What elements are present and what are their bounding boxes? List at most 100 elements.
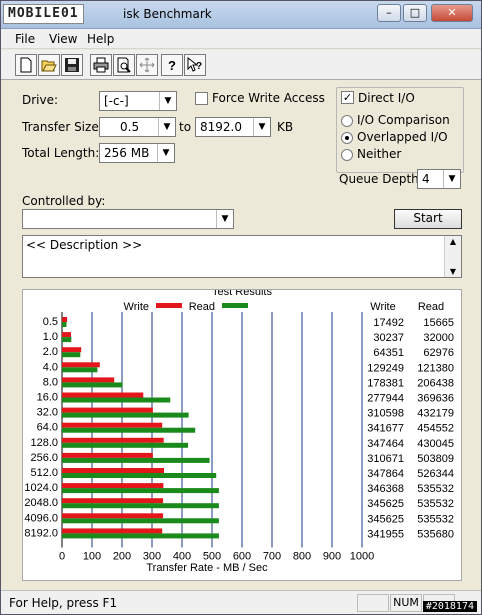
test-results-chart: Test Results Write Read 0.5 1.0 2.0 4.0 8.0 16… <box>24 286 454 574</box>
save-button[interactable] <box>61 54 83 76</box>
write-value: 310671 <box>367 453 404 465</box>
status-help-text: For Help, press F1 <box>9 596 118 610</box>
maximize-button[interactable]: □ <box>403 4 427 22</box>
x-tick-label: 700 <box>263 551 281 563</box>
close-button[interactable]: ✕ <box>431 4 473 22</box>
total-length-select[interactable]: 256 MB ▼ <box>99 143 175 163</box>
open-button[interactable] <box>38 54 60 76</box>
x-tick-label: 500 <box>203 551 221 563</box>
total-length-value: 256 MB <box>104 146 150 160</box>
x-tick-label: 300 <box>143 551 161 563</box>
force-write-label: Force Write Access <box>212 91 325 105</box>
force-write-checkbox[interactable] <box>195 92 208 105</box>
write-bar <box>62 437 164 443</box>
write-value: 347864 <box>367 468 404 480</box>
read-value: 454552 <box>417 423 454 435</box>
read-value: 535532 <box>417 498 454 510</box>
read-bar <box>62 503 219 509</box>
legend-label: Write <box>124 301 149 313</box>
move-icon <box>139 57 155 73</box>
num-lock-indicator: NUM <box>390 594 422 612</box>
chevron-down-icon: ▼ <box>157 144 174 162</box>
write-value: 129249 <box>367 362 404 374</box>
read-value: 432179 <box>417 408 454 420</box>
to-label: to <box>179 120 192 134</box>
category-label: 1.0 <box>43 331 58 343</box>
write-value: 64351 <box>373 347 404 359</box>
category-label: 64.0 <box>37 422 58 434</box>
toolbar: ? ? <box>1 50 481 80</box>
scroll-up-icon: ▲ <box>449 237 457 246</box>
watermark-id: #2018174 <box>422 601 477 612</box>
test-results-panel: Test Results Write Read 0.5 1.0 2.0 4.0 8.0 16… <box>22 286 462 581</box>
write-bar <box>62 377 115 383</box>
start-button[interactable]: Start <box>394 209 462 229</box>
write-bar <box>62 513 164 519</box>
x-tick-label: 1000 <box>350 551 374 563</box>
title-bar[interactable]: MOBILE01 isk Benchmark – □ ✕ <box>1 1 481 29</box>
neither-radio[interactable] <box>341 149 353 161</box>
category-label: 16.0 <box>37 392 58 404</box>
menu-file[interactable]: File <box>15 32 35 46</box>
minimize-button[interactable]: – <box>377 4 401 22</box>
read-bar <box>62 397 171 403</box>
x-tick-label: 800 <box>293 551 311 563</box>
direct-io-label: Direct I/O <box>358 91 415 105</box>
print-preview-button[interactable] <box>113 54 135 76</box>
status-cap-box <box>357 594 389 612</box>
write-bar <box>62 317 68 322</box>
overlapped-io-radio[interactable] <box>341 132 353 144</box>
io-comparison-radio[interactable] <box>341 115 353 127</box>
controlled-by-select[interactable]: ▼ <box>22 209 234 229</box>
x-axis-label: Transfer Rate - MB / Sec <box>146 562 268 574</box>
read-value: 526344 <box>417 468 454 480</box>
menu-help[interactable]: Help <box>87 32 114 46</box>
category-label: 128.0 <box>30 437 58 449</box>
kb-label: KB <box>277 120 294 134</box>
drive-label: Drive: <box>22 93 59 107</box>
menu-view[interactable]: View <box>49 32 77 46</box>
transfer-from-select[interactable]: 0.5 ▼ <box>99 117 176 137</box>
read-value: 32000 <box>423 332 454 344</box>
queue-depth-select[interactable]: 4 ▼ <box>417 169 461 189</box>
move-button[interactable] <box>136 54 158 76</box>
new-button[interactable] <box>15 54 37 76</box>
transfer-to-select[interactable]: 8192.0 ▼ <box>195 117 271 137</box>
read-bar <box>62 427 196 433</box>
category-label: 8192.0 <box>24 527 58 539</box>
write-bar <box>62 422 163 428</box>
chevron-down-icon: ▼ <box>253 118 270 136</box>
write-bar <box>62 392 144 398</box>
write-value: 346368 <box>367 483 404 495</box>
x-tick-label: 600 <box>233 551 251 563</box>
read-bar <box>62 533 219 539</box>
read-bar <box>62 322 67 327</box>
print-preview-icon <box>117 57 131 73</box>
window-title: isk Benchmark <box>123 7 212 21</box>
read-bar <box>62 412 189 418</box>
help-button[interactable]: ? <box>161 54 183 76</box>
write-bar <box>62 407 153 413</box>
context-help-button[interactable]: ? <box>184 54 206 76</box>
description-scrollbar[interactable]: ▲ ▼ <box>444 236 461 277</box>
write-value: 345625 <box>367 513 404 525</box>
overlapped-io-label: Overlapped I/O <box>357 130 448 144</box>
chart-title: Test Results <box>212 290 272 298</box>
read-value: 15665 <box>423 317 454 329</box>
drive-select[interactable]: [-c-] ▼ <box>99 91 177 111</box>
write-value: 347464 <box>367 438 404 450</box>
neither-label: Neither <box>357 147 402 161</box>
write-value: 310598 <box>367 408 404 420</box>
description-box[interactable]: << Description >> ▲ ▼ <box>22 235 462 278</box>
read-bar <box>62 442 188 448</box>
direct-io-checkbox[interactable]: ✓ <box>341 91 354 104</box>
drive-value: [-c-] <box>104 94 129 108</box>
help-icon: ? <box>168 58 176 73</box>
app-window: MOBILE01 isk Benchmark – □ ✕ File View H… <box>0 0 482 615</box>
write-bar <box>62 528 163 534</box>
read-value: 535680 <box>417 528 454 540</box>
read-value: 121380 <box>417 362 454 374</box>
context-help-icon: ? <box>187 57 202 72</box>
print-button[interactable] <box>90 54 112 76</box>
write-bar <box>62 468 164 473</box>
